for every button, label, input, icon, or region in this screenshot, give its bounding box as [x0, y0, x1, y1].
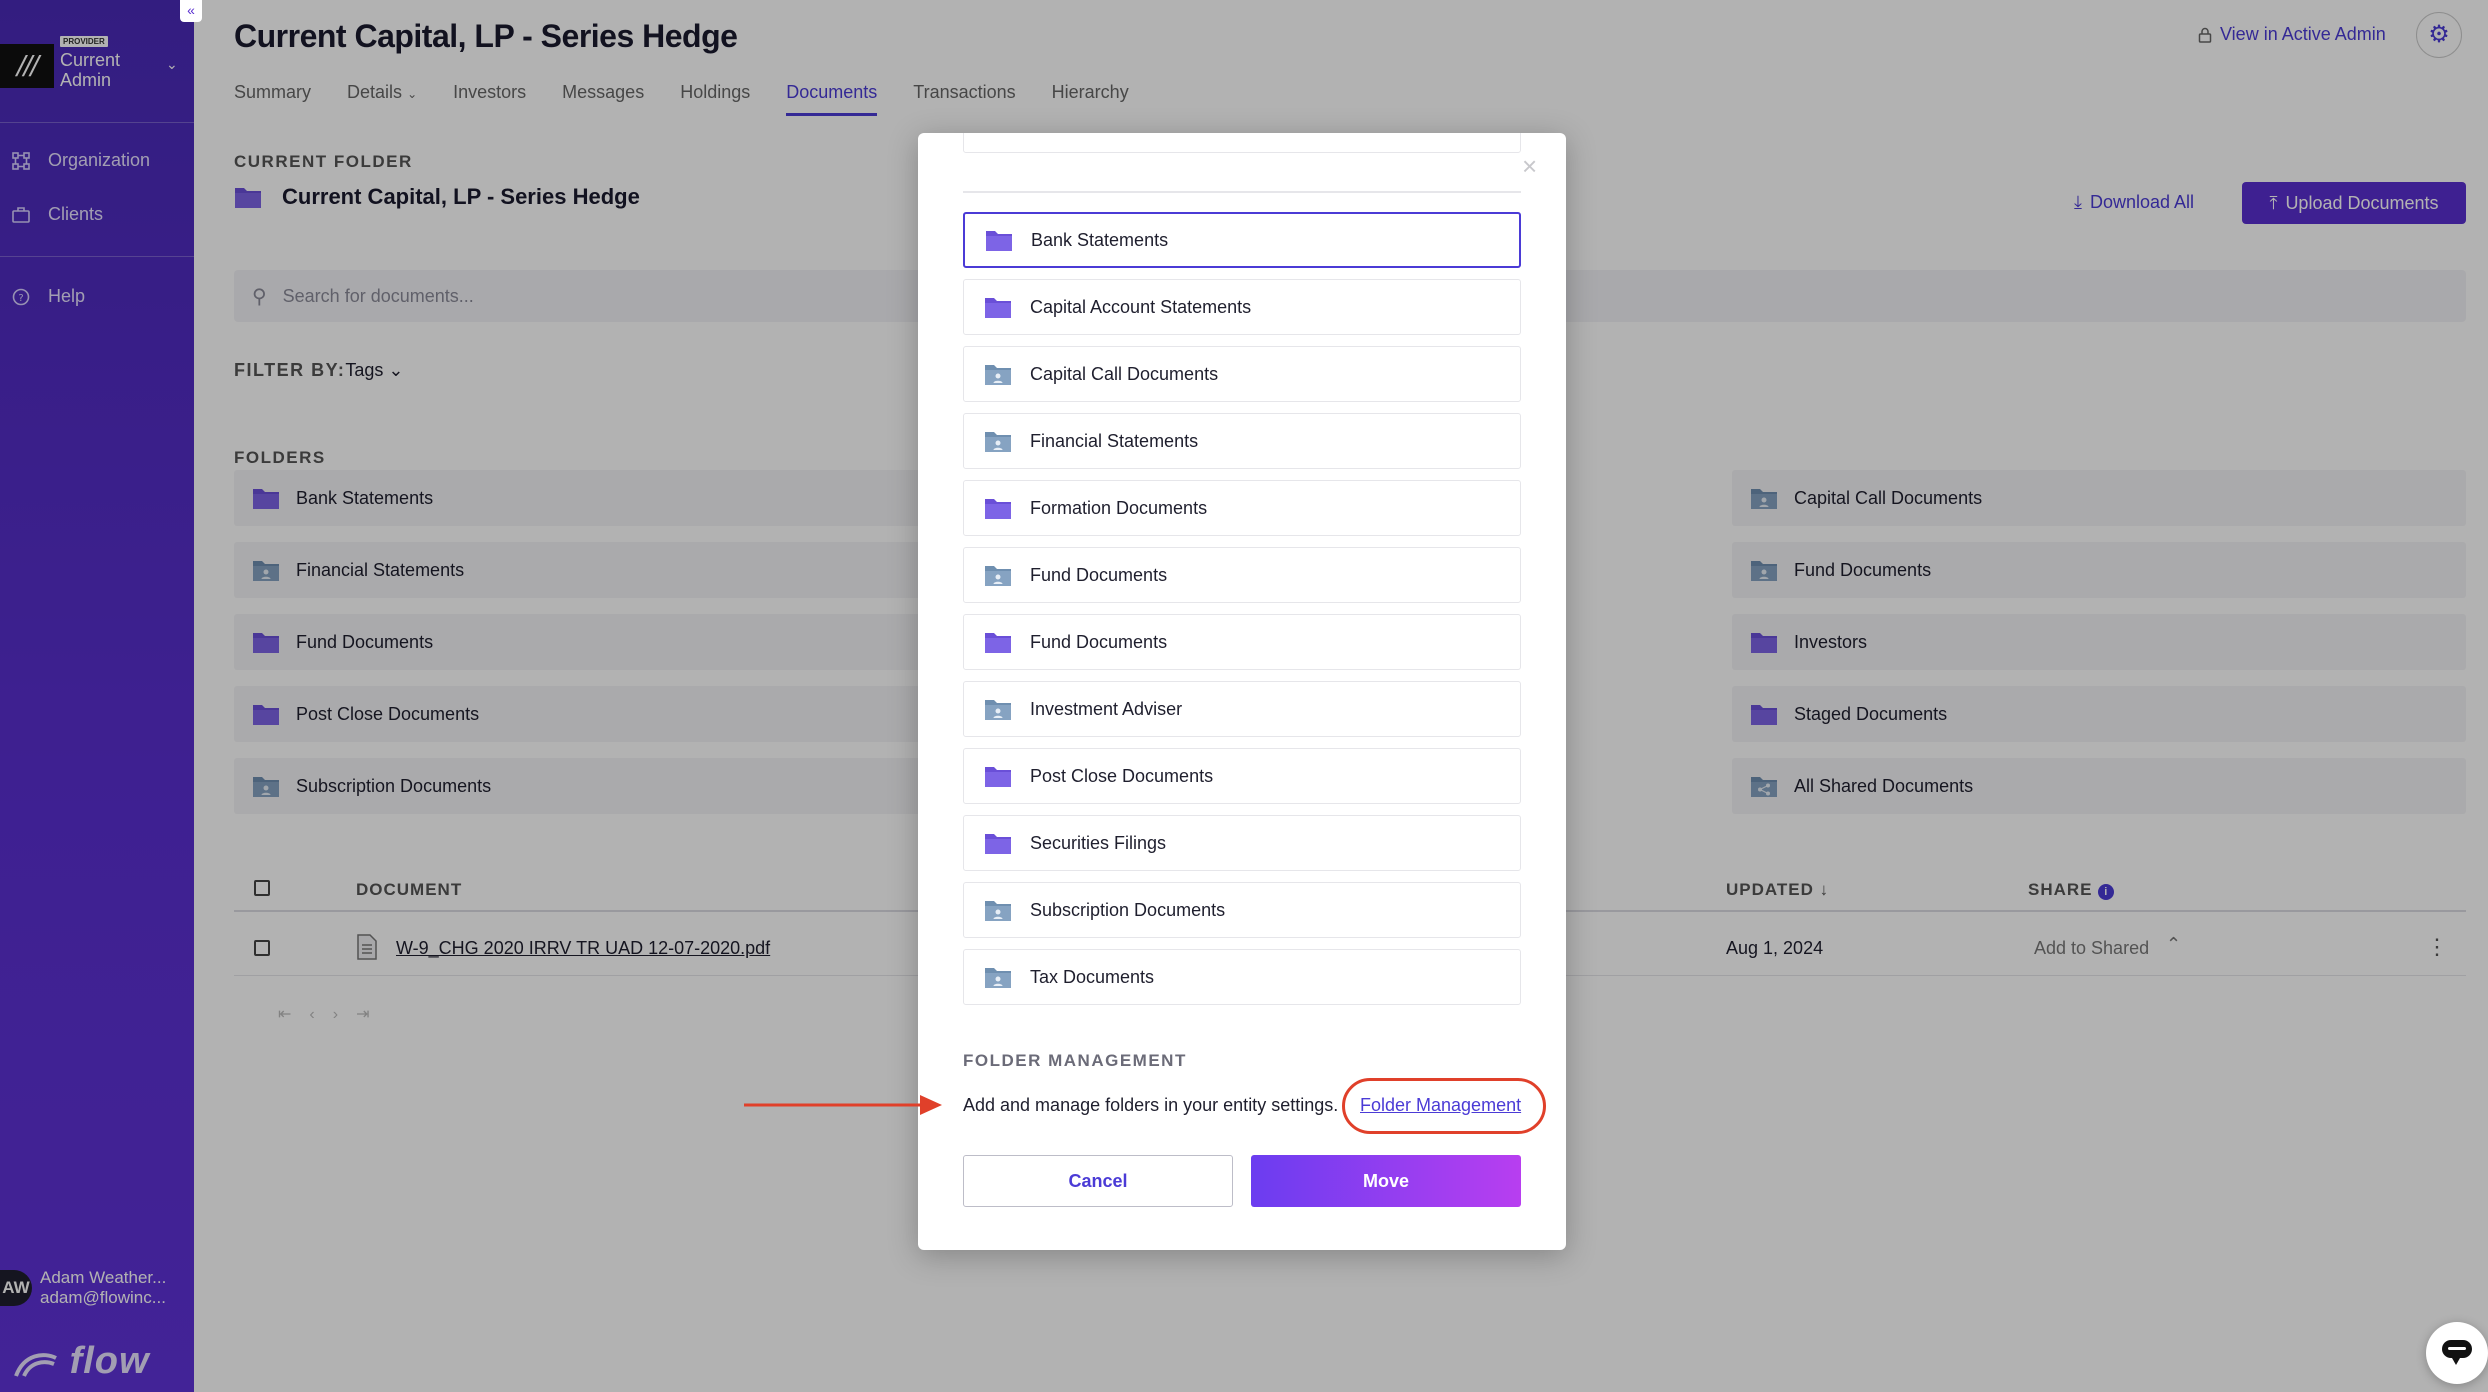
move-document-modal: × Bank Statements Capital Account Stateme…	[918, 133, 1566, 1250]
move-button[interactable]: Move	[1251, 1155, 1521, 1207]
folder-option[interactable]: Formation Documents	[963, 480, 1521, 536]
folder-option[interactable]: Investment Adviser	[963, 681, 1521, 737]
folder-option-label: Investment Adviser	[1030, 698, 1183, 719]
shared-folder-icon	[985, 901, 1011, 921]
folder-option[interactable]: Tax Documents	[963, 949, 1521, 1005]
folder-option-label: Financial Statements	[1030, 430, 1199, 451]
cancel-button[interactable]: Cancel	[963, 1155, 1233, 1207]
shared-folder-icon	[985, 968, 1011, 988]
folder-icon	[985, 767, 1011, 787]
folder-option[interactable]: Fund Documents	[963, 547, 1521, 603]
folder-option[interactable]: Bank Statements	[963, 212, 1521, 268]
folder-icon	[985, 834, 1011, 854]
folder-option-label: Post Close Documents	[1030, 765, 1214, 786]
folder-option[interactable]: Fund Documents	[963, 614, 1521, 670]
folder-management-label: FOLDER MANAGEMENT	[963, 1051, 1187, 1070]
shared-folder-icon	[985, 365, 1011, 385]
annotation-arrow-icon	[744, 1095, 942, 1115]
chat-icon	[2442, 1340, 2472, 1365]
shared-folder-icon	[985, 432, 1011, 452]
folder-option-label: Fund Documents	[1030, 564, 1168, 585]
folder-icon	[985, 298, 1011, 318]
folder-option[interactable]: Capital Call Documents	[963, 346, 1521, 402]
modal-divider	[963, 191, 1521, 193]
shared-folder-icon	[985, 700, 1011, 720]
folder-option-label: Formation Documents	[1030, 497, 1208, 518]
folder-option-label: Capital Call Documents	[1030, 363, 1219, 384]
folder-option[interactable]: Post Close Documents	[963, 748, 1521, 804]
folder-option[interactable]: Financial Statements	[963, 413, 1521, 469]
folder-icon	[985, 633, 1011, 653]
shared-folder-icon	[985, 566, 1011, 586]
close-icon[interactable]: ×	[1522, 151, 1537, 182]
folder-option-label: Bank Statements	[1031, 229, 1169, 250]
folder-option-label: Tax Documents	[1030, 966, 1155, 987]
folder-management-text: Add and manage folders in your entity se…	[963, 1095, 1339, 1115]
folder-icon	[985, 499, 1011, 519]
folder-icon	[986, 231, 1012, 251]
collapse-sidebar-button[interactable]: «	[180, 0, 202, 22]
folder-option[interactable]: Subscription Documents	[963, 882, 1521, 938]
folder-option-label: Subscription Documents	[1030, 899, 1226, 920]
chat-button[interactable]	[2426, 1322, 2488, 1384]
folder-option-label: Capital Account Statements	[1030, 296, 1252, 317]
annotation-highlight	[1342, 1078, 1546, 1134]
folder-option-label: Securities Filings	[1030, 832, 1167, 853]
folder-option-partial[interactable]	[963, 133, 1521, 153]
folder-option-label: Fund Documents	[1030, 631, 1168, 652]
folder-option[interactable]: Securities Filings	[963, 815, 1521, 871]
folder-option[interactable]: Capital Account Statements	[963, 279, 1521, 335]
